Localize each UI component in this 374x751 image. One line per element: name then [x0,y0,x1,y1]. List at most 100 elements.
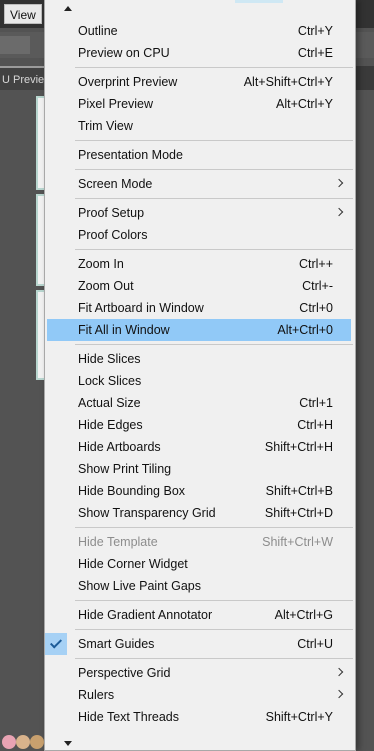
menu-separator [75,527,353,528]
submenu-chevron-icon [334,178,344,188]
menu-item-hide-artboards[interactable]: Hide Artboards Shift+Ctrl+H [45,436,355,458]
menu-group: Hide Template Shift+Ctrl+W Hide Corner Wid… [45,531,355,597]
menu-item-label: Hide Artboards [78,440,161,454]
menubar-view[interactable]: View [4,4,42,24]
menu-item-shortcut: Ctrl+- [302,279,333,293]
menu-item-hide-text-threads[interactable]: Hide Text Threads Shift+Ctrl+Y [45,706,355,728]
menu-item-shortcut: Ctrl+0 [299,301,333,315]
menu-item-label: Show Live Paint Gaps [78,579,201,593]
menu-group: Presentation Mode [45,144,355,166]
menu-item-hide-corner-widget[interactable]: Hide Corner Widget [45,553,355,575]
menu-item-shortcut: Shift+Ctrl+H [264,440,333,454]
menu-group: Screen Mode [45,173,355,195]
menu-item-shortcut: Ctrl+Y [297,24,333,38]
menu-item-label: Actual Size [78,396,141,410]
menu-item-proof-setup[interactable]: Proof Setup [45,202,355,224]
scroll-down-button[interactable] [45,731,355,751]
menu-item-hide-gradient-annotator[interactable]: Hide Gradient Annotator Alt+Ctrl+G [45,604,355,626]
sticker-icon [30,735,44,749]
menu-item-rulers[interactable]: Rulers [45,684,355,706]
sticker-icon [16,735,30,749]
menu-item-zoom-out[interactable]: Zoom Out Ctrl+- [45,275,355,297]
menu-item-trim-view[interactable]: Trim View [45,115,355,137]
menu-item-shortcut: Alt+Ctrl+G [274,608,333,622]
menu-item-presentation-mode[interactable]: Presentation Mode [45,144,355,166]
menu-item-label: Screen Mode [78,177,153,191]
menu-separator [75,169,353,170]
scroll-up-arrow-icon [64,6,72,11]
menu-item-shortcut: Ctrl+U [297,637,333,651]
menu-item-actual-size[interactable]: Actual Size Ctrl+1 [45,392,355,414]
menu-item-label: Hide Template [78,535,158,549]
scroll-down-arrow-icon [64,741,72,746]
menu-item-shortcut: Shift+Ctrl+Y [265,710,333,724]
menu-item-label: Trim View [78,119,133,133]
bottom-decoration [0,731,46,751]
menu-item-label: Hide Gradient Annotator [78,608,213,622]
menu-separator [75,344,353,345]
menu-item-proof-colors[interactable]: Proof Colors [45,224,355,246]
menu-separator [75,658,353,659]
checkmark-icon [45,633,67,655]
menu-item-label: Hide Corner Widget [78,557,188,571]
menu-separator [75,249,353,250]
menu-separator [75,67,353,68]
menu-item-label: Preview on CPU [78,46,170,60]
menu-item-smart-guides[interactable]: Smart Guides Ctrl+U [45,633,355,655]
menu-separator [75,629,353,630]
menu-item-fit-all-in-window[interactable]: Fit All in Window Alt+Ctrl+0 [45,319,355,341]
menu-item-perspective-grid[interactable]: Perspective Grid [45,662,355,684]
menu-group: Hide Slices Lock Slices Actual Size Ctrl+1 H… [45,348,355,524]
menu-item-shortcut: Shift+Ctrl+B [265,484,333,498]
menu-item-label: Show Transparency Grid [78,506,216,520]
menu-separator [75,600,353,601]
menu-item-preview-on-cpu[interactable]: Preview on CPU Ctrl+E [45,42,355,64]
menu-item-overprint-preview[interactable]: Overprint Preview Alt+Shift+Ctrl+Y [45,71,355,93]
menu-group: Smart Guides Ctrl+U [45,633,355,655]
view-menu-dropdown: Outline Ctrl+Y Preview on CPU Ctrl+E Overpri… [44,0,356,751]
menu-separator [75,198,353,199]
menu-item-label: Hide Text Threads [78,710,179,724]
menu-item-hide-template: Hide Template Shift+Ctrl+W [45,531,355,553]
control-bar-field [0,36,30,54]
menu-item-screen-mode[interactable]: Screen Mode [45,173,355,195]
menu-item-show-live-paint-gaps[interactable]: Show Live Paint Gaps [45,575,355,597]
menu-item-shortcut: Shift+Ctrl+W [262,535,333,549]
menu-item-shortcut: Shift+Ctrl+D [264,506,333,520]
menu-item-hide-bounding-box[interactable]: Hide Bounding Box Shift+Ctrl+B [45,480,355,502]
menu-item-shortcut: Alt+Ctrl+0 [277,323,333,337]
submenu-chevron-icon [334,689,344,699]
menu-item-label: Overprint Preview [78,75,178,89]
menu-item-label: Lock Slices [78,374,142,388]
scroll-up-button[interactable] [45,0,355,20]
submenu-chevron-icon [334,207,344,217]
menu-item-label: Hide Edges [78,418,143,432]
menu-item-label: Hide Bounding Box [78,484,186,498]
menu-group: Overprint Preview Alt+Shift+Ctrl+Y Pixel P… [45,71,355,137]
menu-item-shortcut: Ctrl+E [297,46,333,60]
menu-item-label: Zoom Out [78,279,134,293]
menu-item-lock-slices[interactable]: Lock Slices [45,370,355,392]
menu-group: Zoom In Ctrl++ Zoom Out Ctrl+- Fit Artboard … [45,253,355,341]
menu-item-label: Smart Guides [78,637,155,651]
menu-item-outline[interactable]: Outline Ctrl+Y [45,20,355,42]
menu-item-shortcut: Alt+Shift+Ctrl+Y [243,75,333,89]
menu-group: Proof Setup Proof Colors [45,202,355,246]
menu-item-label: Proof Setup [78,206,145,220]
menu-item-label: Fit All in Window [78,323,170,337]
menu-item-show-transparency-grid[interactable]: Show Transparency Grid Shift+Ctrl+D [45,502,355,524]
menu-item-label: Show Print Tiling [78,462,172,476]
menu-item-shortcut: Ctrl++ [298,257,333,271]
menu-item-shortcut: Ctrl+1 [299,396,333,410]
sticker-icon [2,735,16,749]
menu-item-fit-artboard-in-window[interactable]: Fit Artboard in Window Ctrl+0 [45,297,355,319]
submenu-chevron-icon [334,667,344,677]
menu-item-shortcut: Ctrl+H [297,418,333,432]
menu-item-hide-slices[interactable]: Hide Slices [45,348,355,370]
menu-item-show-print-tiling[interactable]: Show Print Tiling [45,458,355,480]
menu-item-hide-edges[interactable]: Hide Edges Ctrl+H [45,414,355,436]
menu-item-label: Presentation Mode [78,148,183,162]
menu-item-label: Zoom In [78,257,124,271]
menu-item-zoom-in[interactable]: Zoom In Ctrl++ [45,253,355,275]
menu-item-pixel-preview[interactable]: Pixel Preview Alt+Ctrl+Y [45,93,355,115]
